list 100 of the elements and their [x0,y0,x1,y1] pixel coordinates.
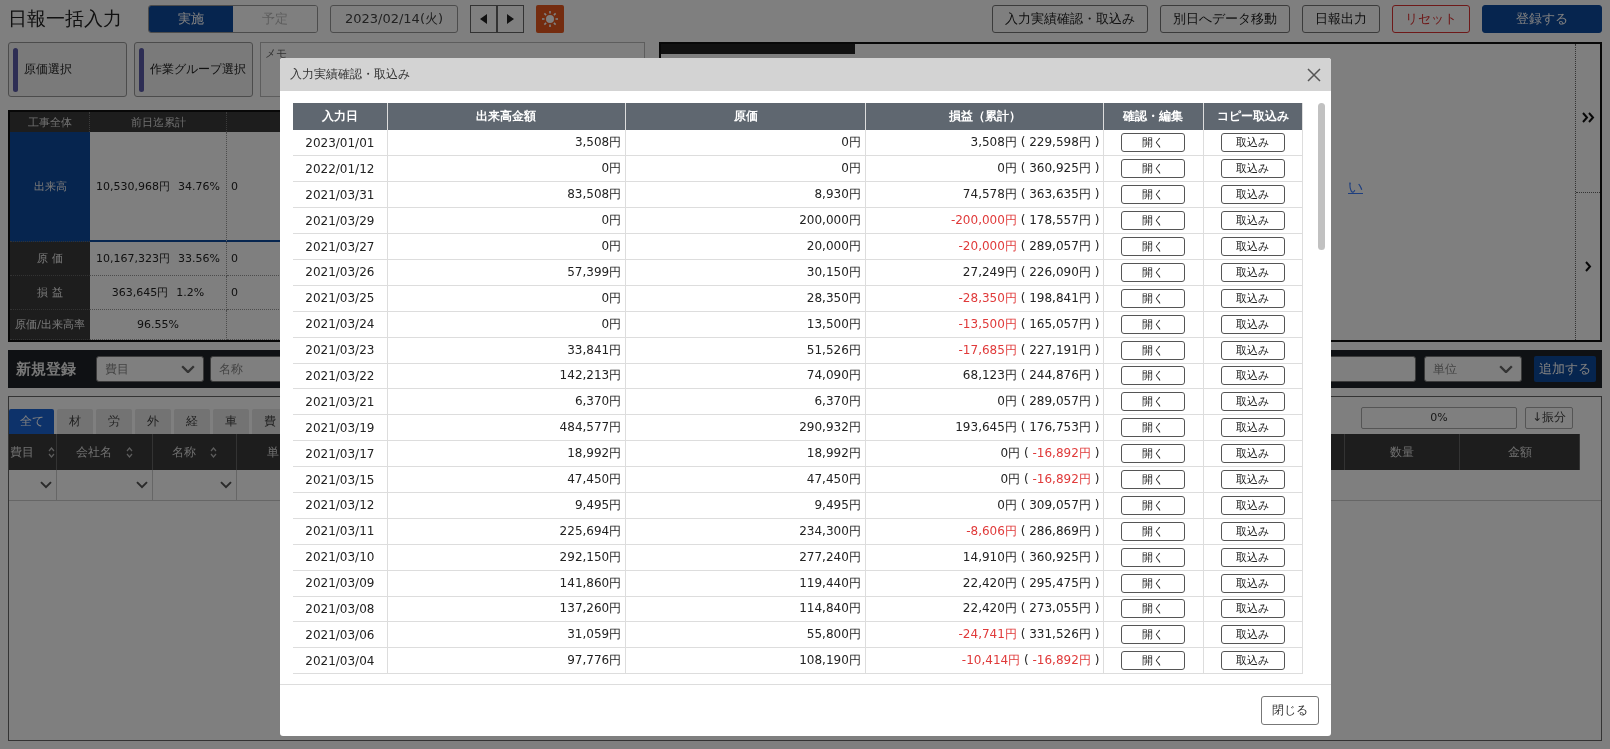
amount-cell: 292,150円 [387,544,626,571]
date-cell: 2023/01/01 [293,130,388,156]
profit-cell: 3,508円 ( 229,598円 ) [865,130,1104,156]
rate-text: 1.2% [176,286,205,299]
date-cell: 2021/03/11 [293,518,388,545]
date-cell: 2021/03/24 [293,311,388,338]
amount-cell: 0円 [387,233,626,260]
new-entry-title: 新規登録 [16,359,77,379]
date-cell: 2021/03/17 [293,440,388,467]
amount-cell: 137,260円 [387,596,626,622]
date-cell: 2021/03/06 [293,621,388,648]
amount-cell: 83,508円 [387,181,626,208]
profit-cell: -20,000円 ( 289,057円 ) [865,233,1104,260]
summary-row-label: 出来高 [10,132,90,242]
amount-text: 0 [231,252,238,265]
cost-cell: 290,932円 [625,414,866,441]
column-title: 名称 [172,443,196,461]
amount-cell: 0円 [387,285,626,312]
amount-text: 0 [231,286,238,299]
date-cell: 2021/03/29 [293,207,388,234]
profit-cell: 14,910円 ( 360,925円 ) [865,544,1104,571]
profit-cell: -28,350円 ( 198,841円 ) [865,285,1104,312]
cost-cell: 234,300円 [625,518,866,545]
dialog-title: 入力実績確認・取込み [290,66,410,83]
date-cell: 2021/03/26 [293,259,388,286]
date-cell: 2021/03/04 [293,647,388,674]
profit-cell: -17,685円 ( 227,191円 ) [865,337,1104,363]
summary-row-label: 原 価 [10,242,90,276]
profit-cell: 0円 ( -16,892円 ) [865,440,1104,467]
date-cell: 2021/03/21 [293,388,388,415]
date-cell: 2021/03/31 [293,181,388,208]
column-title: 単 [267,443,279,461]
cost-cell: 30,150円 [625,259,866,286]
column-header: 確認・編集 [1103,103,1204,130]
cost-cell: 114,840円 [625,596,866,622]
column-header: 入力日 [293,103,388,130]
amount-cell: 9,495円 [387,492,626,519]
column-header: 損益（累計） [865,103,1104,130]
column-header: コピー取込み [1203,103,1303,130]
profit-cell: 0円 ( -16,892円 ) [865,466,1104,493]
date-cell: 2021/03/08 [293,596,388,622]
amount-text: 0 [231,179,238,193]
amount-text: 10,530,968円 [96,178,170,194]
cost-cell: 6,370円 [625,388,866,415]
amount-cell: 57,399円 [387,259,626,286]
progress-text: 0% [1430,411,1448,424]
cost-cell: 108,190円 [625,647,866,674]
profit-cell: 27,249円 ( 226,090円 ) [865,259,1104,286]
profit-cell: -200,000円 ( 178,557円 ) [865,207,1104,234]
profit-cell: 0円 ( 289,057円 ) [865,388,1104,415]
profit-cell: 74,578円 ( 363,635円 ) [865,181,1104,208]
cost-cell: 74,090円 [625,363,866,389]
date-cell: 2021/03/09 [293,570,388,597]
amount-cell: 142,213円 [387,363,626,389]
summary-header: 工事全体 [10,112,90,132]
date-cell: 2021/03/25 [293,285,388,312]
profit-cell: 0円 ( 360,925円 ) [865,155,1104,182]
column-header: 金額 [1460,434,1580,470]
cost-cell: 51,526円 [625,337,866,363]
date-cell: 2021/03/15 [293,466,388,493]
summary-row-label: 原価/出来高率 [10,310,90,340]
profit-cell: 22,420円 ( 273,055円 ) [865,596,1104,622]
cost-cell: 9,495円 [625,492,866,519]
cost-cell: 20,000円 [625,233,866,260]
column-title: 費目 [10,443,34,461]
cost-cell: 0円 [625,155,866,182]
amount-cell: 18,992円 [387,440,626,467]
profit-cell: -13,500円 ( 165,057円 ) [865,311,1104,338]
cost-cell: 28,350円 [625,285,866,312]
date-cell: 2021/03/22 [293,363,388,389]
amount-cell: 33,841円 [387,337,626,363]
amount-text: 363,645円 [111,285,169,300]
cost-cell: 200,000円 [625,207,866,234]
date-cell: 2022/01/12 [293,155,388,182]
summary-row-label: 損 益 [10,276,90,310]
page-title: 日報一括入力 [8,6,122,31]
amount-cell: 0円 [387,311,626,338]
cost-cell: 55,800円 [625,621,866,648]
summary-header: 前日迄累計 [90,112,227,132]
amount-cell: 141,860円 [387,570,626,597]
amount-cell: 3,508円 [387,130,626,156]
cost-cell: 47,450円 [625,466,866,493]
cost-cell: 277,240円 [625,544,866,571]
amount-cell: 6,370円 [387,388,626,415]
amount-cell: 0円 [387,207,626,234]
date-cell: 2021/03/27 [293,233,388,260]
cost-cell: 13,500円 [625,311,866,338]
profit-cell: 193,645円 ( 176,753円 ) [865,414,1104,441]
date-cell: 2021/03/23 [293,337,388,363]
rate-text: 96.55% [137,318,179,331]
rate-text: 34.76% [178,179,220,193]
column-header: 数量 [1345,434,1460,470]
amount-text: 10,167,323円 [96,251,170,266]
column-title: 会社名 [76,443,112,461]
cost-cell: 119,440円 [625,570,866,597]
profit-cell: -8,606円 ( 286,869円 ) [865,518,1104,545]
profit-cell: 68,123円 ( 244,876円 ) [865,363,1104,389]
rate-text: 33.56% [178,252,220,265]
profit-cell: -24,741円 ( 331,526円 ) [865,621,1104,648]
amount-cell: 31,059円 [387,621,626,648]
